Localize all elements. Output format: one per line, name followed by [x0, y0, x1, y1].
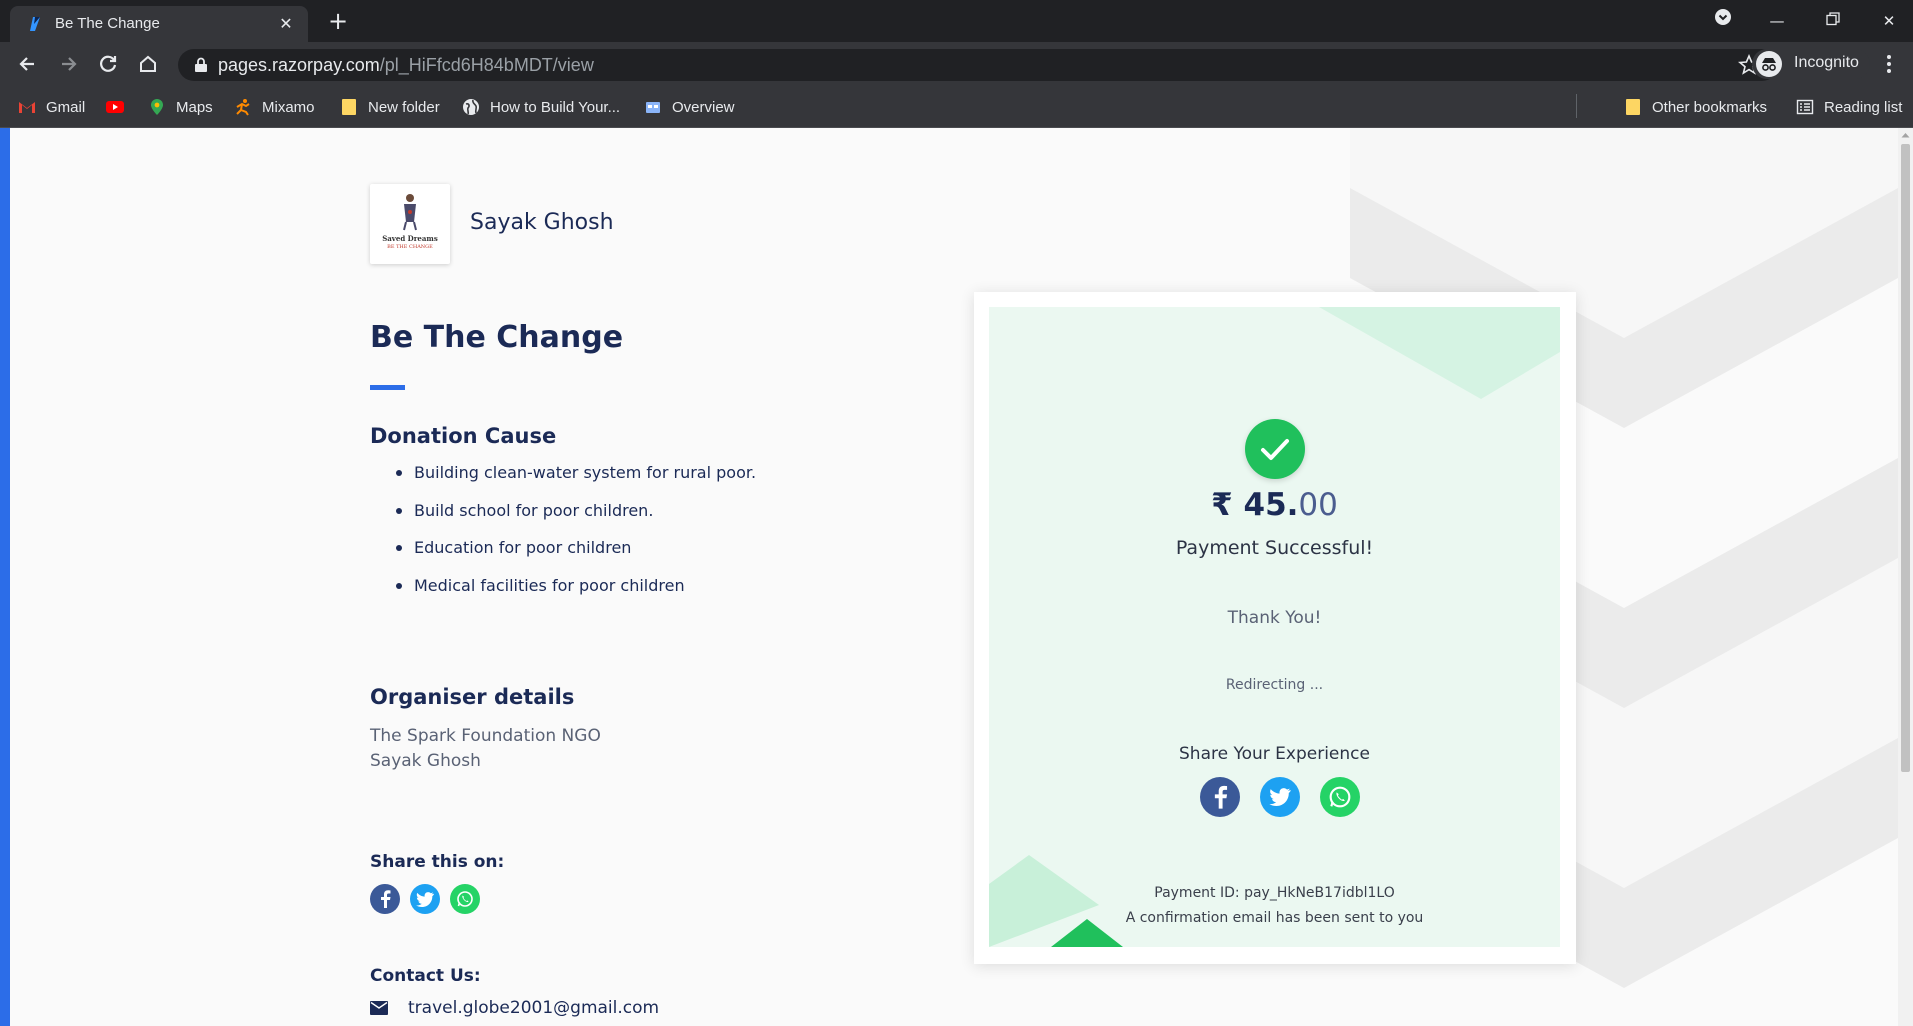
incognito-profile-button[interactable]: Incognito: [1752, 49, 1870, 79]
payment-amount: ₹ 45.00: [1211, 487, 1338, 523]
address-bar[interactable]: pages.razorpay.com/pl_HiFfcd6H84bMDT/vie…: [178, 49, 1778, 81]
page-title: Be The Change: [370, 320, 624, 355]
url-text[interactable]: pages.razorpay.com/pl_HiFfcd6H84bMDT/vie…: [218, 55, 594, 76]
bookmark-how-to-build[interactable]: How to Build Your...: [462, 96, 620, 118]
bookmark-overview[interactable]: Overview: [644, 96, 735, 118]
share-experience-label: Share Your Experience: [1179, 744, 1370, 764]
redirecting-text: Redirecting ...: [1225, 677, 1324, 693]
close-window-icon[interactable]: ✕: [1876, 8, 1902, 34]
bookmark-maps[interactable]: Maps: [148, 96, 213, 118]
mixamo-icon: [236, 99, 250, 116]
incognito-label: Incognito: [1794, 54, 1859, 71]
logo-figure-icon: [403, 194, 417, 231]
new-tab-icon[interactable]: +: [325, 8, 351, 34]
close-tab-icon[interactable]: ✕: [276, 14, 296, 34]
cause-item: Education for poor children: [396, 537, 756, 575]
reading-list-icon: [1796, 99, 1814, 115]
facebook-icon[interactable]: [370, 884, 400, 914]
twitter-icon[interactable]: [1260, 777, 1300, 817]
incognito-icon: [1756, 51, 1782, 77]
confirmation-text: A confirmation email has been sent to yo…: [1125, 910, 1424, 926]
forward-icon[interactable]: [54, 50, 82, 78]
organiser-heading: Organiser details: [370, 685, 575, 709]
browser-toolbar: pages.razorpay.com/pl_HiFfcd6H84bMDT/vie…: [0, 42, 1913, 86]
mail-icon: [370, 1001, 388, 1015]
merchant-logo: Saved Dreams BE THE CHANGE: [370, 184, 450, 264]
page-viewport: Saved Dreams BE THE CHANGE Sayak Ghosh B…: [0, 128, 1913, 1026]
reading-list[interactable]: Reading list: [1796, 96, 1902, 118]
share-heading: Share this on:: [370, 852, 505, 872]
payment-status: Payment Successful!: [1175, 537, 1374, 559]
twitter-icon[interactable]: [410, 884, 440, 914]
reload-icon[interactable]: [94, 50, 122, 78]
payment-id: Payment ID: pay_HkNeB17idbl1LO: [1154, 885, 1395, 901]
bookmark-gmail[interactable]: Gmail: [18, 96, 85, 118]
donation-cause-heading: Donation Cause: [370, 424, 557, 448]
contact-heading: Contact Us:: [370, 966, 481, 986]
facebook-icon[interactable]: [1200, 777, 1240, 817]
whatsapp-icon[interactable]: [1320, 777, 1360, 817]
youtube-icon: [106, 101, 124, 113]
cause-item: Building clean-water system for rural po…: [396, 462, 756, 500]
card-share-buttons: [1200, 777, 1360, 817]
gmail-icon: [19, 102, 35, 113]
restore-icon[interactable]: [1820, 8, 1846, 34]
folder-icon: [1626, 99, 1640, 115]
more-menu-icon[interactable]: [1884, 52, 1894, 76]
organiser-person: Sayak Ghosh: [370, 751, 481, 771]
whatsapp-icon[interactable]: [450, 884, 480, 914]
back-icon[interactable]: [14, 50, 42, 78]
card-inner-panel: ₹ 45.00 Payment Successful! Thank You! R…: [989, 307, 1560, 947]
bookmarks-bar: Gmail Maps Mixamo New folder How to Buil…: [0, 86, 1913, 128]
other-bookmarks[interactable]: Other bookmarks: [1624, 96, 1767, 118]
globe-icon: [463, 99, 479, 115]
left-accent-strip: [0, 128, 10, 1026]
scroll-up-icon[interactable]: [1901, 132, 1910, 138]
title-underline: [370, 385, 405, 390]
success-check-icon: [1245, 419, 1305, 479]
contact-email[interactable]: travel.globe2001@gmail.com: [408, 998, 659, 1018]
folder-icon: [342, 99, 356, 115]
bookmark-youtube[interactable]: [106, 96, 134, 118]
payment-success-card: ₹ 45.00 Payment Successful! Thank You! R…: [974, 292, 1576, 964]
lock-icon[interactable]: [194, 57, 208, 73]
home-icon[interactable]: [134, 50, 162, 78]
cause-list: Building clean-water system for rural po…: [396, 462, 756, 612]
razorpay-favicon-icon: [30, 17, 40, 31]
thank-you-text: Thank You!: [1227, 608, 1322, 628]
browser-tab[interactable]: Be The Change ✕: [10, 6, 308, 42]
page-share-buttons: [370, 884, 480, 914]
tab-title: Be The Change: [55, 15, 160, 32]
scrollbar-thumb[interactable]: [1901, 144, 1910, 772]
merchant-name: Sayak Ghosh: [470, 210, 614, 235]
overview-icon: [646, 102, 660, 113]
vertical-scrollbar[interactable]: [1898, 128, 1913, 1026]
minimize-icon[interactable]: —: [1764, 8, 1790, 34]
contact-email-row[interactable]: travel.globe2001@gmail.com: [370, 998, 659, 1018]
maps-icon: [151, 99, 163, 115]
bookmarks-separator: [1576, 94, 1577, 118]
cause-item: Medical facilities for poor children: [396, 575, 756, 613]
bookmark-new-folder[interactable]: New folder: [340, 96, 440, 118]
cause-item: Build school for poor children.: [396, 500, 756, 538]
browser-tab-strip: Be The Change ✕ + — ✕: [0, 0, 1913, 42]
organiser-name: The Spark Foundation NGO: [370, 726, 601, 746]
tab-search-icon[interactable]: [1710, 8, 1736, 34]
bookmark-mixamo[interactable]: Mixamo: [234, 96, 315, 118]
